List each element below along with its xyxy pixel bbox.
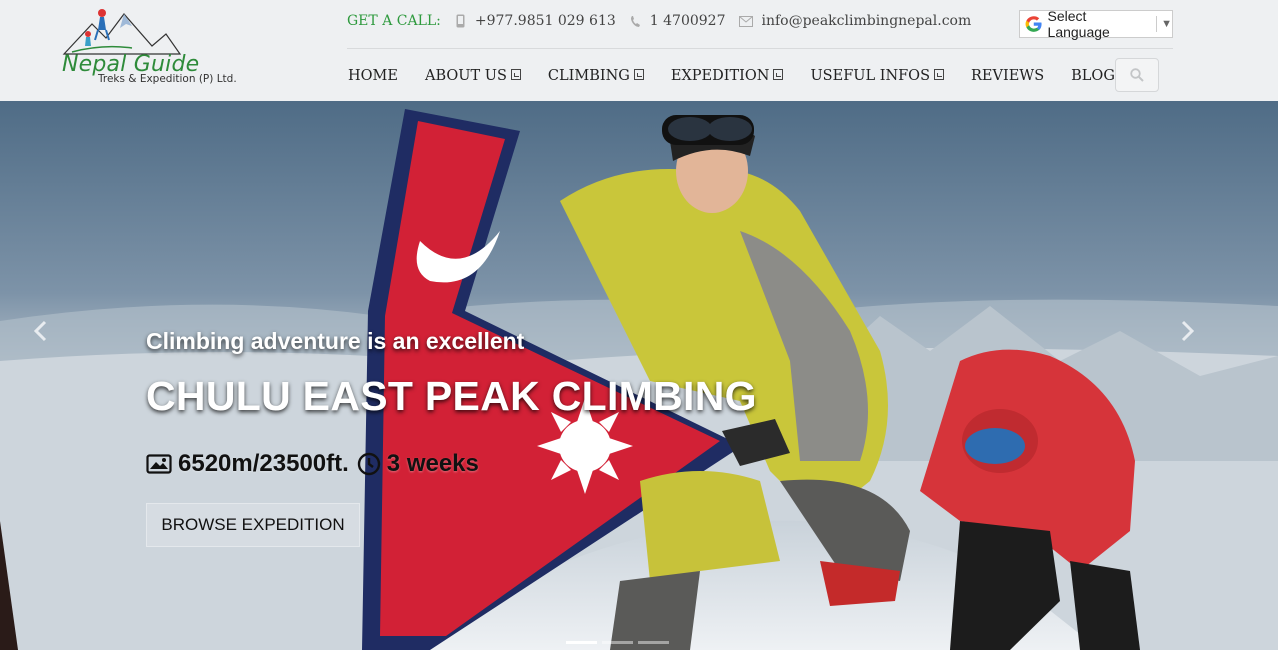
nav-about-us[interactable]: ABOUT US <box>425 68 521 84</box>
slide-indicator-3[interactable] <box>638 641 669 644</box>
contact-bar: GET A CALL: +977.9851 029 613 1 4700927 … <box>347 10 985 32</box>
hero-subtitle: Climbing adventure is an excellent <box>146 328 525 354</box>
nav-expedition[interactable]: EXPEDITION <box>671 68 784 84</box>
search-icon <box>1130 68 1144 82</box>
site-logo[interactable]: Nepal Guide Treks & Expedition (P) Ltd. <box>62 4 252 96</box>
nav-useful-infos[interactable]: USEFUL INFOS <box>810 68 945 84</box>
language-selector[interactable]: Select Language ▼ <box>1019 8 1173 40</box>
slider-next-button[interactable] <box>1178 316 1198 346</box>
nav-label: HOME <box>348 68 398 84</box>
mobile-phone-icon <box>455 13 467 29</box>
call-label: GET A CALL: <box>347 13 441 29</box>
clock-icon <box>357 452 380 476</box>
nav-blog[interactable]: BLOG <box>1071 68 1115 84</box>
slider-prev-button[interactable] <box>30 316 50 346</box>
brand-subtitle: Treks & Expedition (P) Ltd. <box>98 73 237 85</box>
mobile-number: +977.9851 029 613 <box>474 13 616 29</box>
email-address: info@peakclimbingnepal.com <box>761 13 972 29</box>
browse-expedition-button[interactable]: BROWSE EXPEDITION <box>146 503 360 547</box>
nav-climbing[interactable]: CLIMBING <box>548 68 644 84</box>
phone-contact[interactable]: 1 4700927 <box>630 13 726 29</box>
language-label: Select Language <box>1047 8 1110 40</box>
hero-slider: Climbing adventure is an excellent CHULU… <box>0 101 1278 650</box>
envelope-icon <box>739 13 754 29</box>
nav-label: REVIEWS <box>971 68 1045 84</box>
trip-duration: 3 weeks <box>386 450 479 477</box>
nav-reviews[interactable]: REVIEWS <box>971 68 1044 84</box>
main-navigation: HOME ABOUT US CLIMBING EXPEDITION USEFUL… <box>348 64 1142 88</box>
nav-label: BLOG <box>1071 68 1115 84</box>
dropdown-icon <box>510 68 521 80</box>
nav-label: ABOUT US <box>424 68 507 84</box>
nav-label: CLIMBING <box>547 68 630 84</box>
google-g-icon <box>1025 16 1042 32</box>
dropdown-icon <box>633 68 644 80</box>
nav-label: USEFUL INFOS <box>810 68 931 84</box>
phone-number: 1 4700927 <box>649 13 726 29</box>
hero-title: CHULU EAST PEAK CLIMBING <box>146 373 757 419</box>
phone-icon <box>630 13 642 29</box>
dropdown-icon <box>934 68 945 80</box>
chevron-right-icon <box>1181 320 1195 342</box>
header-divider <box>347 48 1173 49</box>
nav-home[interactable]: HOME <box>348 68 398 84</box>
trip-altitude: 6520m/23500ft. <box>178 450 349 477</box>
dropdown-arrow-icon: ▼ <box>1161 18 1172 30</box>
email-contact[interactable]: info@peakclimbingnepal.com <box>739 13 971 29</box>
chevron-left-icon <box>33 320 47 342</box>
nav-label: EXPEDITION <box>670 68 770 84</box>
search-button[interactable] <box>1115 58 1159 92</box>
mountain-climber-icon <box>62 9 182 55</box>
slider-indicators <box>566 641 674 644</box>
mobile-contact[interactable]: +977.9851 029 613 <box>455 13 616 29</box>
separator <box>1156 16 1158 32</box>
slide-indicator-2[interactable] <box>602 641 633 644</box>
image-icon <box>146 454 172 474</box>
site-header: Nepal Guide Treks & Expedition (P) Ltd. … <box>0 0 1278 101</box>
dropdown-icon <box>773 68 784 80</box>
trip-meta: 6520m/23500ft. 3 weeks <box>146 450 479 478</box>
slide-indicator-1[interactable] <box>566 641 597 644</box>
